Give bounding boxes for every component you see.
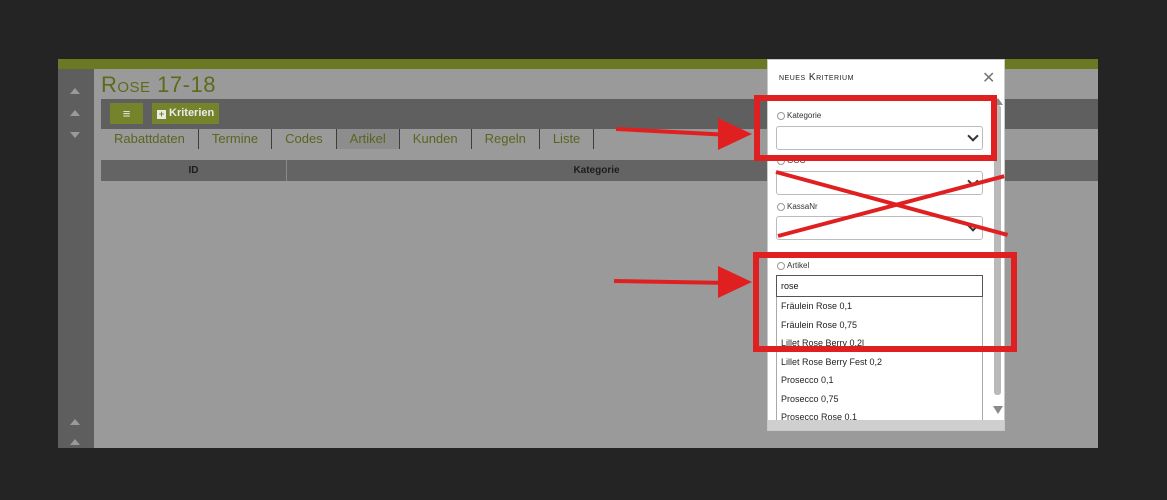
scroll-up-icon[interactable]: [70, 439, 80, 445]
tab-termine[interactable]: Termine: [199, 129, 273, 149]
kassanr-label: KassaNr: [787, 202, 818, 211]
dialog-title: neues Kriterium: [779, 72, 854, 83]
scroll-up-icon[interactable]: [70, 110, 80, 116]
column-header-id[interactable]: ID: [101, 160, 287, 181]
dialog-footer: [768, 420, 1004, 430]
tab-liste[interactable]: Liste: [540, 129, 595, 149]
close-icon[interactable]: ✕: [982, 68, 995, 88]
left-rail: [58, 69, 94, 448]
tab-artikel[interactable]: Artikel: [336, 129, 400, 149]
arrow-right-icon: [718, 266, 752, 298]
scroll-up-icon[interactable]: [70, 88, 80, 94]
scroll-up-icon[interactable]: [70, 419, 80, 425]
tab-regeln[interactable]: Regeln: [472, 129, 540, 149]
tab-rabattdaten[interactable]: Rabattdaten: [101, 129, 199, 149]
list-item[interactable]: Prosecco 0,75: [777, 390, 982, 409]
scroll-down-icon[interactable]: [70, 132, 80, 138]
highlight-box: [753, 252, 1017, 352]
screenshot: Rose 17-18 ≡ + Kriterien Rabattdaten Term…: [0, 0, 1167, 500]
tab-kunden[interactable]: Kunden: [400, 129, 472, 149]
kriterien-label: Kriterien: [169, 107, 215, 119]
list-item[interactable]: Lillet Rose Berry Fest 0,2: [777, 353, 982, 372]
list-item[interactable]: Prosecco 0,1: [777, 371, 982, 390]
radio-icon: [777, 202, 785, 211]
page-title: Rose 17-18: [101, 72, 216, 97]
arrow-right-icon: [718, 118, 752, 150]
radio-kassanr[interactable]: KassaNr: [777, 202, 818, 211]
scroll-down-icon[interactable]: [993, 406, 1003, 414]
highlight-box: [754, 95, 997, 161]
plus-icon: +: [157, 109, 166, 119]
kriterien-button[interactable]: + Kriterien: [152, 103, 220, 124]
tab-bar: Rabattdaten Termine Codes Artikel Kunden…: [101, 127, 595, 149]
menu-icon: ≡: [122, 106, 131, 121]
menu-button[interactable]: ≡: [110, 103, 143, 124]
tab-codes[interactable]: Codes: [272, 129, 337, 149]
